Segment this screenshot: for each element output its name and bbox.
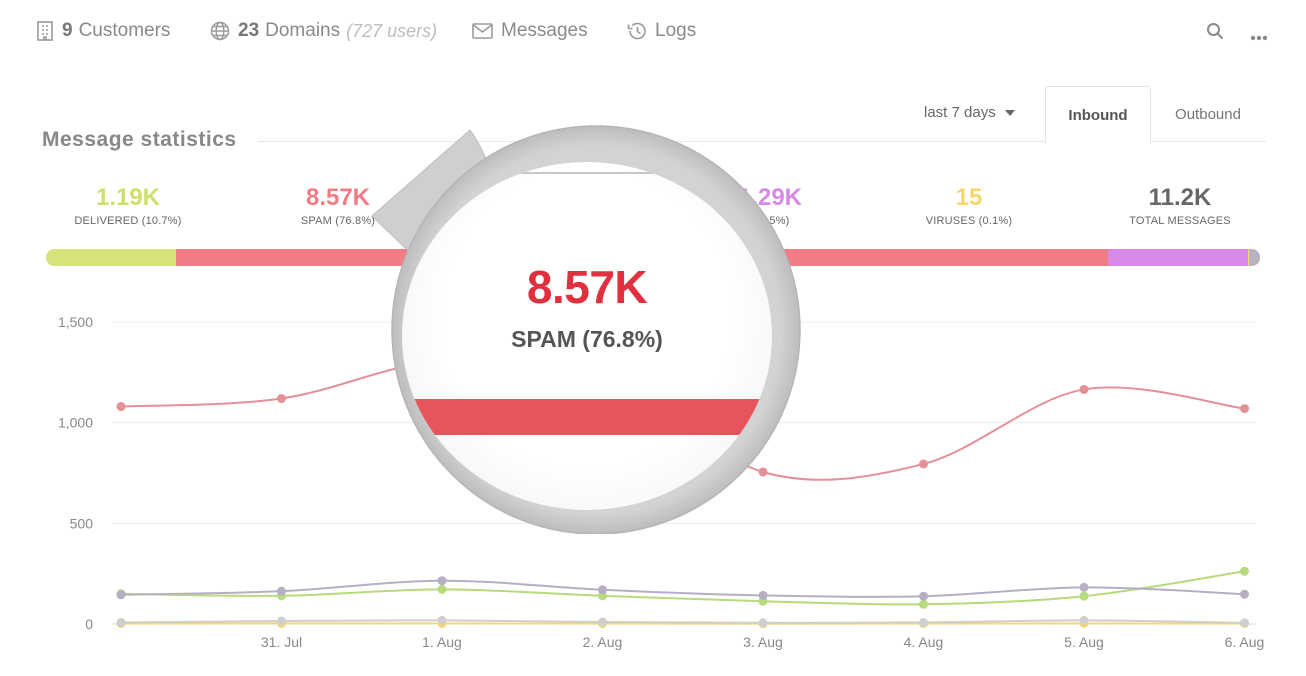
- stat-label: VIRUSES (0.1%): [925, 215, 1013, 227]
- stat-value: 11.2K: [1148, 184, 1212, 211]
- data-point: [1240, 618, 1249, 628]
- x-tick-label: 5. Aug: [1064, 634, 1104, 650]
- stat-label: DELIVERED (10.7%): [74, 215, 182, 227]
- data-point: [758, 618, 768, 628]
- data-point: [758, 590, 768, 600]
- x-tick-label: 6. Aug: [1225, 634, 1265, 650]
- messages-label: Messages: [501, 20, 588, 41]
- customers-label: Customers: [78, 20, 171, 41]
- y-tick-label: 500: [70, 515, 94, 531]
- x-tick-label: 3. Aug: [743, 634, 783, 650]
- stat-total: 11.2K TOTAL MESSAGES: [1090, 184, 1270, 227]
- x-tick-label: 2. Aug: [583, 634, 623, 650]
- data-point: [437, 615, 447, 625]
- y-tick-label: 1,000: [58, 415, 93, 431]
- data-point: [1079, 615, 1089, 625]
- building-icon: [37, 21, 53, 41]
- x-tick-label: 1. Aug: [422, 634, 462, 650]
- data-point: [116, 402, 126, 412]
- tab-inbound[interactable]: Inbound: [1045, 86, 1151, 144]
- data-point: [277, 616, 286, 626]
- envelope-icon: [472, 23, 493, 39]
- data-point: [919, 459, 928, 469]
- distribution-segment-delivered: [46, 249, 176, 266]
- page-title: Message statistics: [42, 128, 237, 151]
- data-point: [598, 585, 607, 595]
- data-point: [919, 599, 928, 609]
- data-point: [919, 617, 928, 627]
- logs-label: Logs: [655, 20, 697, 41]
- nav-logs[interactable]: Logs: [626, 20, 696, 42]
- nav-messages[interactable]: Messages: [472, 20, 588, 42]
- magnifier-value: 8.57K: [526, 261, 648, 313]
- data-point: [437, 584, 447, 594]
- top-nav: 9 Customers 23 Domains (727 users) Messa…: [0, 0, 1306, 64]
- stat-delivered: 1.19K DELIVERED (10.7%): [38, 184, 218, 227]
- magnifier-divider: [480, 172, 710, 174]
- magnifier-content: 8.57K SPAM (76.8%): [402, 162, 772, 510]
- data-point: [116, 590, 126, 600]
- stat-viruses: 15 VIRUSES (0.1%): [879, 184, 1059, 227]
- domains-count: 23: [238, 20, 260, 41]
- search-icon: [1207, 23, 1224, 40]
- series-line: [120, 579, 1245, 598]
- more-button[interactable]: [1250, 28, 1268, 46]
- y-tick-label: 1,500: [58, 314, 93, 330]
- nav-customers[interactable]: 9 Customers: [36, 20, 170, 42]
- data-point: [919, 591, 928, 601]
- stat-value: 15: [955, 184, 983, 211]
- stat-value: 1.19K: [95, 184, 161, 211]
- data-point: [277, 586, 286, 596]
- chevron-down-icon: [1004, 109, 1015, 116]
- range-dropdown-value: last 7 days: [924, 104, 996, 121]
- domains-users: (727 users): [346, 20, 438, 41]
- customers-count: 9: [62, 20, 73, 41]
- history-icon: [627, 22, 646, 40]
- globe-icon: [210, 21, 230, 41]
- distribution-segment-other: [1249, 249, 1260, 266]
- data-point: [1240, 404, 1249, 414]
- data-point: [116, 617, 126, 627]
- more-icon: [1250, 35, 1268, 41]
- magnifier-label: SPAM (76.8%): [511, 326, 663, 352]
- data-point: [1079, 582, 1089, 592]
- search-button[interactable]: [1206, 22, 1224, 45]
- y-tick-label: 0: [85, 616, 93, 632]
- data-point: [277, 394, 286, 404]
- x-tick-label: 31. Jul: [261, 634, 302, 650]
- data-point: [1240, 566, 1249, 576]
- range-dropdown[interactable]: last 7 days: [924, 104, 1015, 121]
- data-point: [1079, 591, 1089, 601]
- nav-domains[interactable]: 23 Domains (727 users): [210, 20, 437, 42]
- data-point: [437, 576, 447, 586]
- data-point: [598, 617, 607, 627]
- data-point: [1079, 384, 1089, 394]
- tab-outbound[interactable]: Outbound: [1150, 86, 1266, 142]
- x-tick-label: 4. Aug: [904, 634, 944, 650]
- distribution-segment-purple: [1108, 249, 1248, 266]
- stat-label: TOTAL MESSAGES: [1129, 215, 1231, 227]
- domains-label: Domains: [265, 20, 341, 41]
- magnifier-spam-bar: [402, 399, 772, 435]
- data-point: [1240, 589, 1249, 599]
